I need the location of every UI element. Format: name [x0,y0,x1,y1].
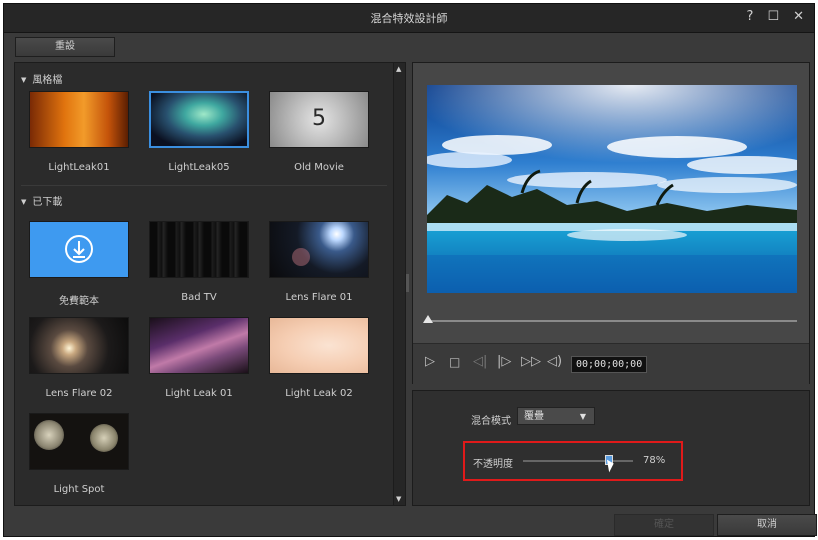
effect-label: Light Spot [53,484,105,495]
effect-thumbnail[interactable]: 5 [269,91,369,148]
section-divider [21,185,387,186]
download-icon [65,235,93,263]
help-icon[interactable]: ? [747,9,754,24]
effect-label: Light Leak 01 [165,388,233,399]
effect-thumbnail-selected[interactable] [149,91,249,148]
beach-preview-image [427,85,797,293]
effect-item-old-movie[interactable]: 5 Old Movie [269,91,369,173]
effect-label: LightLeak05 [168,162,230,173]
effect-thumbnail[interactable] [149,221,249,278]
effect-thumbnail[interactable] [29,91,129,148]
effect-item-light-spot[interactable]: Light Spot [29,413,129,495]
effect-label: Lens Flare 02 [45,388,113,399]
library-scrollbar[interactable]: ▲ ▼ [393,63,405,505]
maximize-icon[interactable]: ☐ [767,9,779,24]
effect-item-lens-flare-02[interactable]: Lens Flare 02 [29,317,129,399]
volume-icon[interactable]: ◁) [547,354,562,369]
timeline-track[interactable] [429,320,797,322]
playback-controls: ▷ □ ◁| |▷ ▷▷ ◁) 00;00;00;00 [413,343,809,384]
reset-button[interactable]: 重設 [15,37,115,57]
preview-panel: ▷ □ ◁| |▷ ▷▷ ◁) 00;00;00;00 [412,62,810,384]
blend-mode-label: 混合模式 [471,416,511,427]
effect-thumbnail[interactable] [29,317,129,374]
collapse-triangle-icon[interactable]: ▼ [21,76,26,84]
ok-button[interactable]: 確定 [614,514,714,536]
timecode-display: 00;00;00;00 [571,356,648,373]
opacity-value: 78% [643,455,666,466]
effect-item-lightleak01[interactable]: LightLeak01 [29,91,129,173]
effect-item-lens-flare-01[interactable]: Lens Flare 01 [269,221,369,303]
flare-orb [292,248,310,266]
effect-label: Light Leak 02 [285,388,353,399]
effect-item-light-leak-02[interactable]: Light Leak 02 [269,317,369,399]
opacity-label: 不透明度 [473,459,513,470]
effect-label: Old Movie [294,162,344,173]
fast-forward-icon[interactable]: ▷▷ [521,354,541,369]
effect-thumbnail[interactable] [29,413,129,470]
opacity-slider-track[interactable] [523,460,633,462]
blend-mode-select[interactable]: 覆疊 ▼ [517,407,595,425]
light-spot-orb [34,420,64,450]
window-title: 混合特效設計師 [370,12,448,25]
prev-frame-icon[interactable]: ◁| [473,354,487,369]
effect-thumbnail[interactable] [269,317,369,374]
opacity-highlight-box: 不透明度 78% [463,441,683,481]
section-header-downloaded[interactable]: ▼ 已下載 [21,193,62,208]
effect-thumbnail[interactable] [29,221,129,278]
play-icon[interactable]: ▷ [425,354,435,369]
scroll-down-arrow-icon[interactable]: ▼ [396,495,401,503]
effect-item-lightleak05[interactable]: LightLeak05 [149,91,249,173]
title-bar: 混合特效設計師 ? ☐ ✕ [4,4,814,33]
panel-splitter[interactable] [406,274,409,292]
effect-designer-window: 混合特效設計師 ? ☐ ✕ 重設 ▼ 風格檔 LightLeak01 LightL… [3,3,817,537]
effect-library-panel: ▼ 風格檔 LightLeak01 LightLeak05 5 Old Movie… [14,62,406,506]
dropdown-arrow-icon: ▼ [579,412,586,421]
effect-label: Bad TV [181,292,217,303]
effect-thumbnail[interactable] [269,221,369,278]
stop-icon[interactable]: □ [449,355,460,369]
light-spot-orb [90,424,118,452]
scroll-up-arrow-icon[interactable]: ▲ [396,65,401,73]
countdown-number: 5 [312,106,326,131]
preview-image [427,85,797,293]
effect-label: Lens Flare 01 [285,292,353,303]
next-frame-icon[interactable]: |▷ [497,354,511,369]
collapse-triangle-icon[interactable]: ▼ [21,198,26,206]
section-header-styles[interactable]: ▼ 風格檔 [21,71,62,86]
effect-label: 免費範本 [59,296,99,307]
close-icon[interactable]: ✕ [793,9,804,24]
effect-label: LightLeak01 [48,162,110,173]
cancel-button[interactable]: 取消 [717,514,817,536]
effect-item-bad-tv[interactable]: Bad TV [149,221,249,303]
effect-item-light-leak-01[interactable]: Light Leak 01 [149,317,249,399]
timeline-playhead[interactable] [423,315,433,323]
effect-item-free-template[interactable]: 免費範本 [29,221,129,307]
blend-settings-panel: 混合模式 覆疊 ▼ 不透明度 78% [412,390,810,506]
effect-thumbnail[interactable] [149,317,249,374]
